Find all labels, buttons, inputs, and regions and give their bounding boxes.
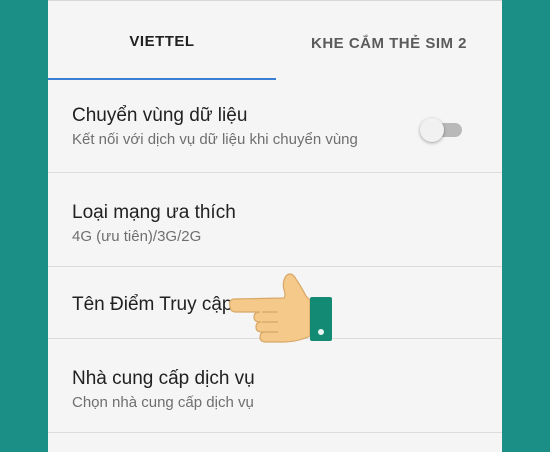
- sim-tab-bar: VIETTEL KHE CẮM THẺ SIM 2: [48, 0, 502, 81]
- settings-screen: VIETTEL KHE CẮM THẺ SIM 2 Chuyển vùng dữ…: [48, 0, 502, 452]
- pointing-hand-icon: [228, 273, 332, 343]
- data-roaming-toggle[interactable]: [420, 118, 462, 142]
- tab-sim-slot-2-label: KHE CẮM THẺ SIM 2: [310, 34, 467, 52]
- setting-title: Loại mạng ưa thích: [72, 202, 236, 223]
- setting-subtitle: 4G (ưu tiên)/3G/2G: [72, 228, 202, 245]
- setting-subtitle: Chọn nhà cung cấp dịch vụ: [72, 394, 254, 411]
- toggle-thumb: [420, 118, 444, 142]
- tab-viettel-label: VIETTEL: [129, 33, 195, 50]
- setting-next-row: [48, 432, 502, 452]
- tab-viettel[interactable]: VIETTEL: [48, 1, 276, 81]
- tab-sim-slot-2[interactable]: KHE CẮM THẺ SIM 2: [276, 1, 502, 81]
- setting-data-roaming[interactable]: Chuyển vùng dữ liệu Kết nối với dịch vụ …: [48, 80, 502, 172]
- setting-title: Nhà cung cấp dịch vụ: [72, 368, 255, 389]
- setting-preferred-network[interactable]: Loại mạng ưa thích 4G (ưu tiên)/3G/2G: [48, 172, 502, 266]
